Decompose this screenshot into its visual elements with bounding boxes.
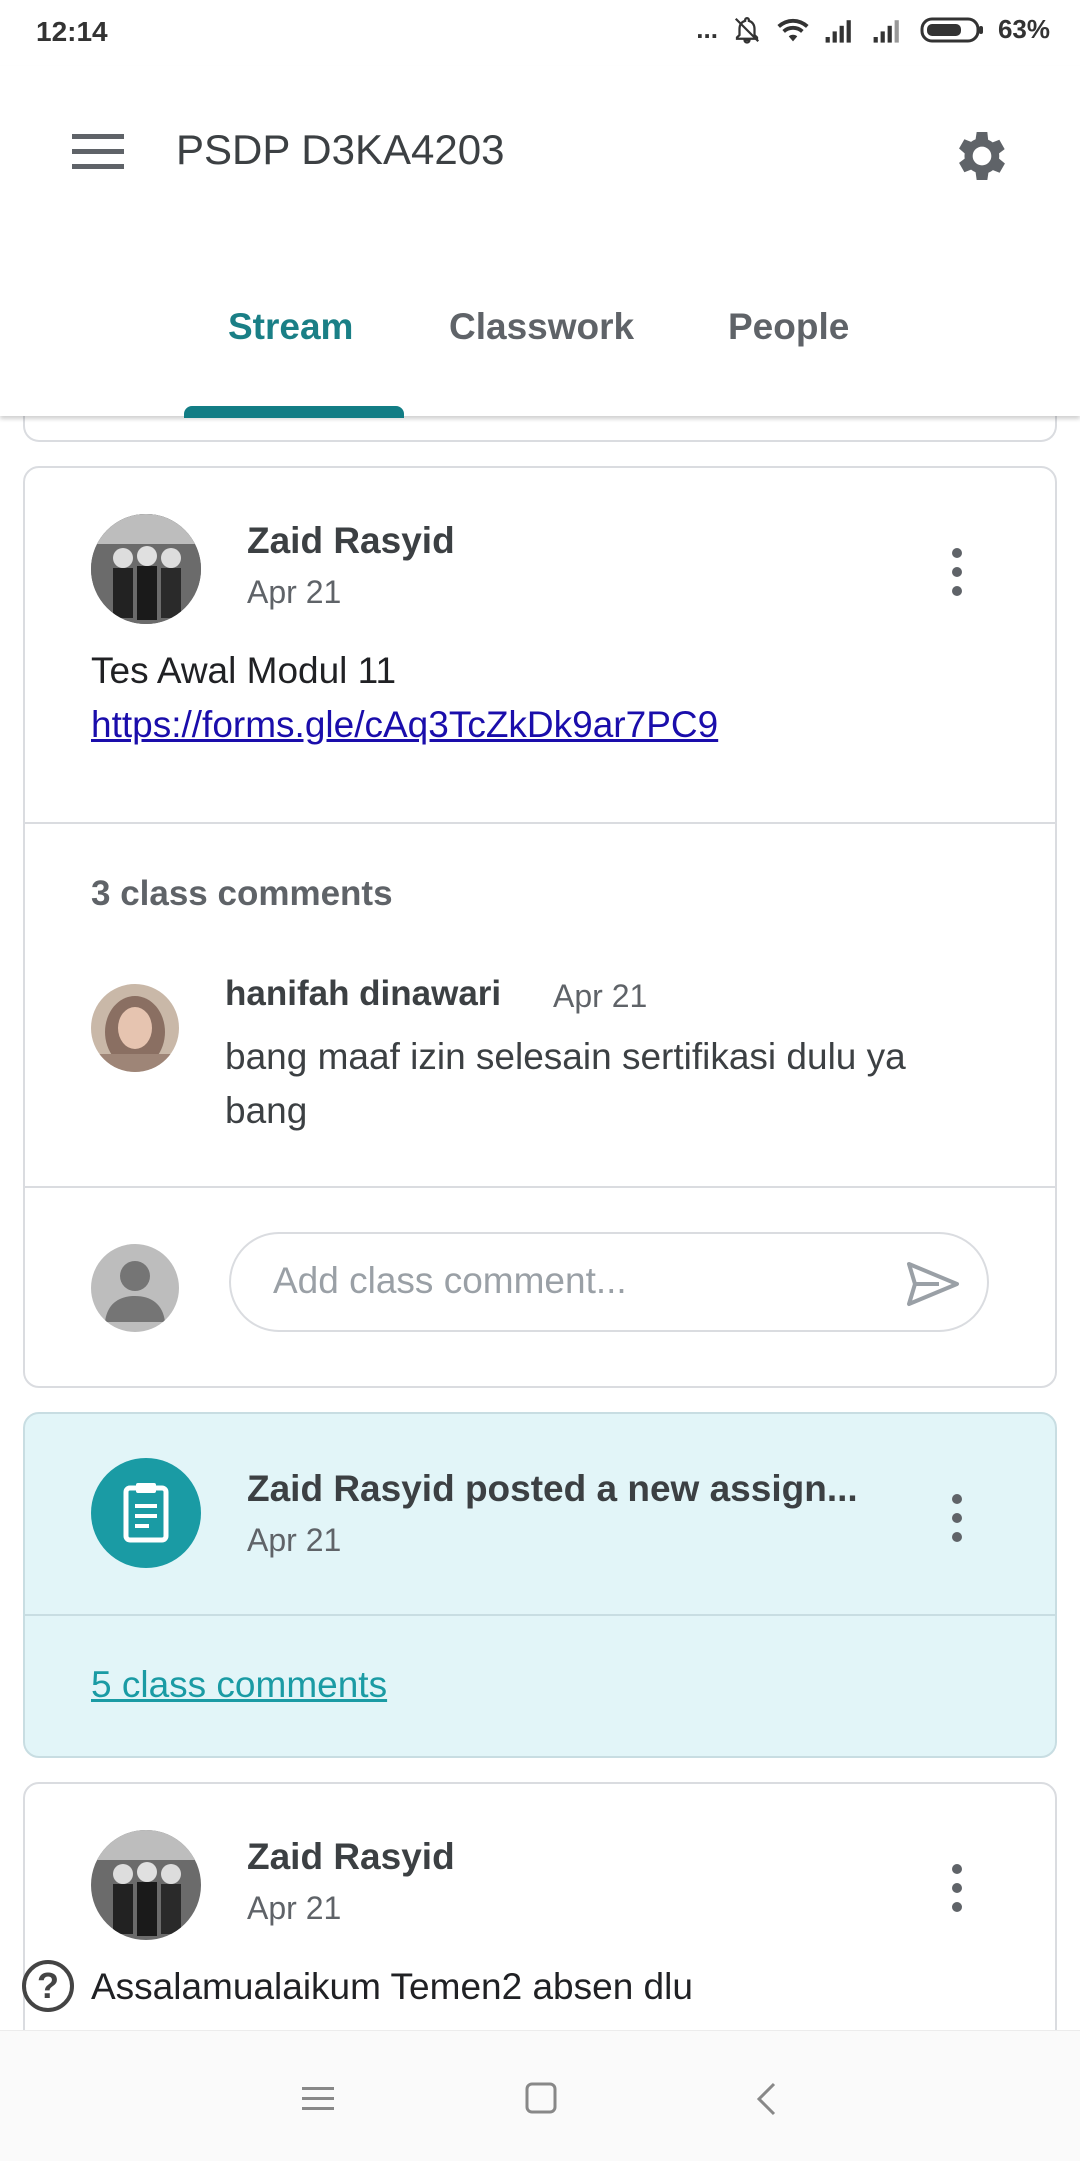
system-nav-bar (0, 2030, 1080, 2161)
post-author[interactable]: Zaid Rasyid (247, 520, 455, 562)
menu-icon[interactable] (72, 132, 124, 172)
comment-date: Apr 21 (553, 978, 648, 1014)
assignment-card[interactable]: Zaid Rasyid posted a new assign... Apr 2… (23, 1412, 1057, 1758)
assignment-icon (91, 1458, 201, 1568)
app-bar: PSDP D3KA4203 Stream Classwork People (0, 66, 1080, 416)
wifi-icon (777, 18, 809, 41)
post-author[interactable]: Zaid Rasyid (247, 1836, 455, 1878)
more-options-icon[interactable] (947, 1864, 967, 1916)
signal-icon-2 (873, 19, 899, 43)
profile-photo-icon (91, 984, 179, 1072)
status-bar: 12:14 ... 63% (0, 0, 1080, 66)
help-icon[interactable]: ? (22, 1960, 74, 2012)
class-comments-link[interactable]: 5 class comments (91, 1664, 387, 1706)
gear-icon[interactable] (950, 124, 1014, 188)
status-time: 12:14 (36, 16, 108, 47)
add-comment-placeholder: Add class comment... (273, 1260, 627, 1301)
post-card: Zaid Rasyid Apr 21 Tes Awal Modul 11 htt… (23, 466, 1057, 1388)
comment-text: bang maaf izin selesain sertifikasi dulu… (225, 1036, 906, 1131)
profile-photo-icon (91, 1830, 201, 1940)
assignment-title[interactable]: Zaid Rasyid posted a new assign... (247, 1468, 858, 1510)
divider (25, 1614, 1055, 1616)
more-options-icon[interactable] (947, 548, 967, 600)
post-date: Apr 21 (247, 1890, 342, 1926)
more-options-icon[interactable] (947, 1494, 967, 1546)
battery-percent: 63% (997, 14, 1050, 44)
more-notifications-icon: ... (696, 14, 718, 44)
post-link[interactable]: https://forms.gle/cAq3TcZkDk9ar7PC9 (91, 704, 718, 746)
avatar[interactable] (91, 1830, 201, 1940)
tab-stream[interactable]: Stream (228, 306, 353, 348)
profile-photo-icon (91, 514, 201, 624)
add-comment-input[interactable]: Add class comment... (229, 1232, 989, 1332)
recent-apps-icon[interactable] (300, 2083, 336, 2113)
status-icons: ... 63% (696, 14, 1050, 45)
class-comments-count[interactable]: 3 class comments (91, 874, 393, 914)
person-icon (105, 1261, 165, 1322)
tab-people[interactable]: People (728, 306, 849, 348)
send-icon[interactable] (905, 1260, 961, 1308)
signal-icon (825, 19, 851, 43)
bell-off-icon (734, 16, 759, 44)
post-date: Apr 21 (247, 574, 342, 610)
back-icon[interactable] (754, 2081, 778, 2117)
tab-classwork[interactable]: Classwork (449, 306, 634, 348)
divider (25, 1186, 1055, 1188)
post-text: Assalamualaikum Temen2 absen dlu (91, 1966, 693, 2007)
tab-bar: Stream Classwork People (0, 306, 1080, 366)
assignment-date: Apr 21 (247, 1522, 342, 1558)
comment-author[interactable]: hanifah dinawari (225, 974, 501, 1014)
commenter-avatar[interactable] (91, 984, 179, 1072)
post-text: Tes Awal Modul 11 (91, 650, 397, 691)
my-avatar (91, 1244, 179, 1332)
page-title: PSDP D3KA4203 (176, 126, 505, 173)
battery-icon (920, 17, 983, 42)
home-icon[interactable] (524, 2081, 558, 2115)
divider (25, 822, 1055, 824)
avatar[interactable] (91, 514, 201, 624)
active-tab-indicator (184, 406, 404, 418)
